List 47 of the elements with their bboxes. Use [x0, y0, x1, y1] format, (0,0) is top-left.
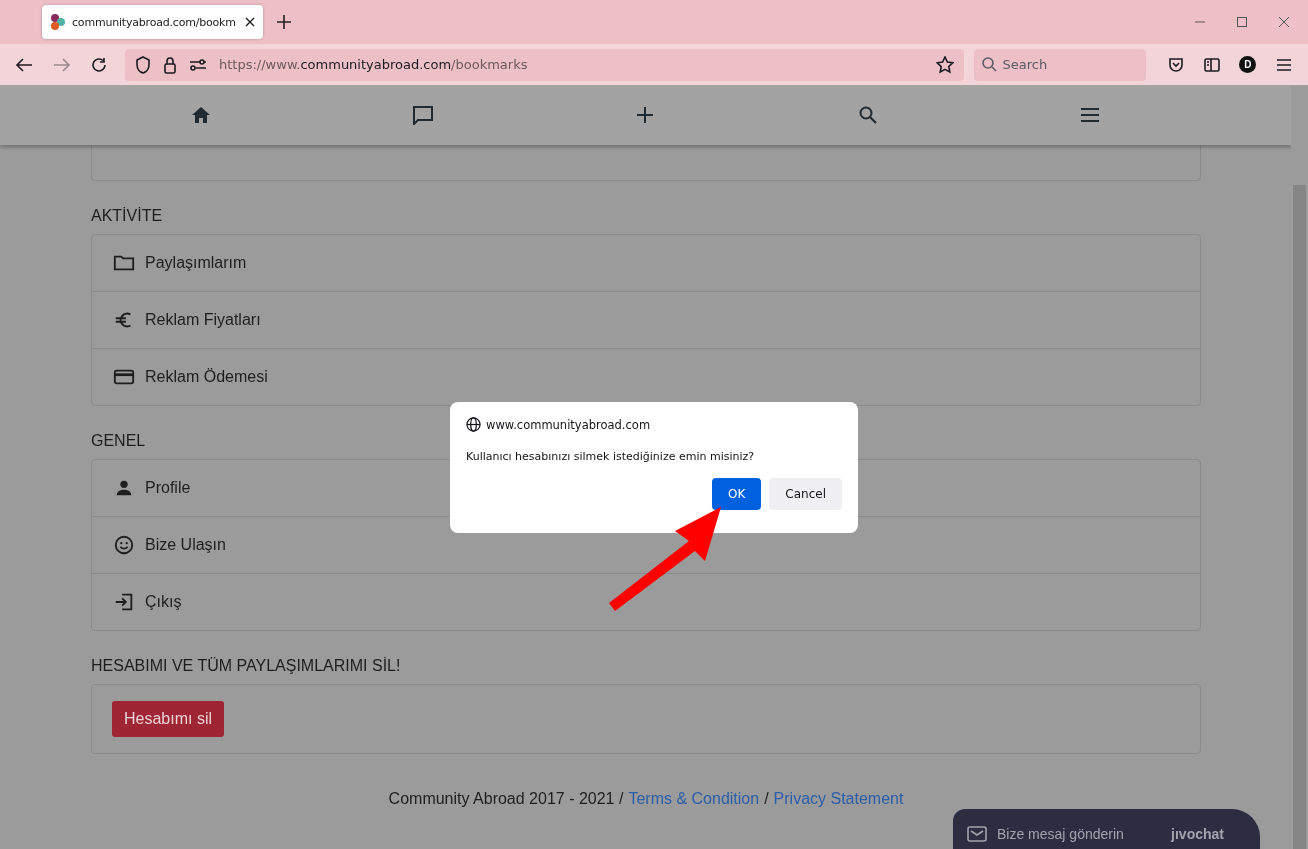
chat-widget[interactable]: Bize mesaj gönderin jıvochat — [953, 809, 1260, 849]
shield-icon[interactable] — [135, 55, 151, 74]
sidebar-icon[interactable] — [1204, 57, 1220, 72]
chat-label: Bize mesaj gönderin — [997, 826, 1124, 842]
ok-button[interactable]: OK — [712, 478, 762, 510]
maximize-icon[interactable] — [1236, 16, 1248, 28]
back-arrow-icon[interactable] — [14, 56, 33, 73]
menu-icon[interactable] — [1277, 58, 1291, 71]
menu-icon[interactable] — [1080, 108, 1099, 122]
menu-item-label[interactable]: Paylaşımlarım — [145, 254, 247, 272]
url-text: https://www.communityabroad.com/bookmarks — [219, 57, 529, 72]
star-icon[interactable] — [935, 55, 954, 74]
address-bar[interactable]: https://www.communityabroad.com/bookmarks — [125, 48, 964, 81]
copyright-text: Community Abroad 2017 - 2021 / — [388, 790, 624, 808]
browser-tab[interactable]: communityabroad.com/bookm — [42, 5, 263, 39]
cancel-button[interactable]: Cancel — [769, 478, 842, 510]
menu-item-label[interactable]: Bize Ulaşın — [145, 536, 226, 554]
section-heading: HESABIMI VE TÜM PAYLAŞIMLARIMI SİL! — [91, 657, 402, 675]
account-avatar[interactable]: D — [1239, 56, 1257, 73]
dialog-origin: www.communityabroad.com — [486, 417, 651, 432]
close-icon[interactable] — [245, 17, 255, 27]
reload-icon[interactable] — [91, 56, 108, 73]
envelope-icon — [967, 826, 987, 842]
dialog-message: Kullanıcı hesabınızı silmek istediğinize emin misiniz? — [466, 450, 756, 463]
home-icon[interactable] — [191, 106, 212, 124]
pocket-icon[interactable] — [1168, 56, 1184, 73]
smiley-icon — [113, 534, 135, 556]
menu-item-label[interactable]: Profile — [145, 479, 191, 497]
section-heading: GENEL — [91, 432, 147, 450]
search-field[interactable]: Search — [973, 48, 1146, 81]
plus-icon[interactable] — [277, 15, 291, 29]
menu-item-label[interactable]: Reklam Ödemesi — [145, 368, 268, 386]
section-heading: AKTİVİTE — [91, 207, 164, 225]
tab-title: communityabroad.com/bookm — [72, 15, 237, 29]
separator-text: / — [764, 790, 769, 808]
sliders-icon[interactable] — [189, 57, 207, 72]
plus-icon[interactable] — [637, 107, 654, 123]
search-icon[interactable] — [858, 106, 877, 124]
globe-icon — [466, 417, 481, 432]
lock-icon[interactable] — [163, 55, 177, 74]
delete-account-button[interactable]: Hesabımı sil — [112, 701, 225, 737]
exit-icon — [113, 591, 135, 613]
menu-item-label[interactable]: Çıkış — [145, 593, 182, 611]
chat-bubble-icon[interactable] — [412, 105, 435, 125]
chat-brand: jıvochat — [1171, 826, 1224, 842]
search-icon — [981, 57, 997, 72]
menu-item-label[interactable]: Reklam Fiyatları — [145, 311, 261, 329]
